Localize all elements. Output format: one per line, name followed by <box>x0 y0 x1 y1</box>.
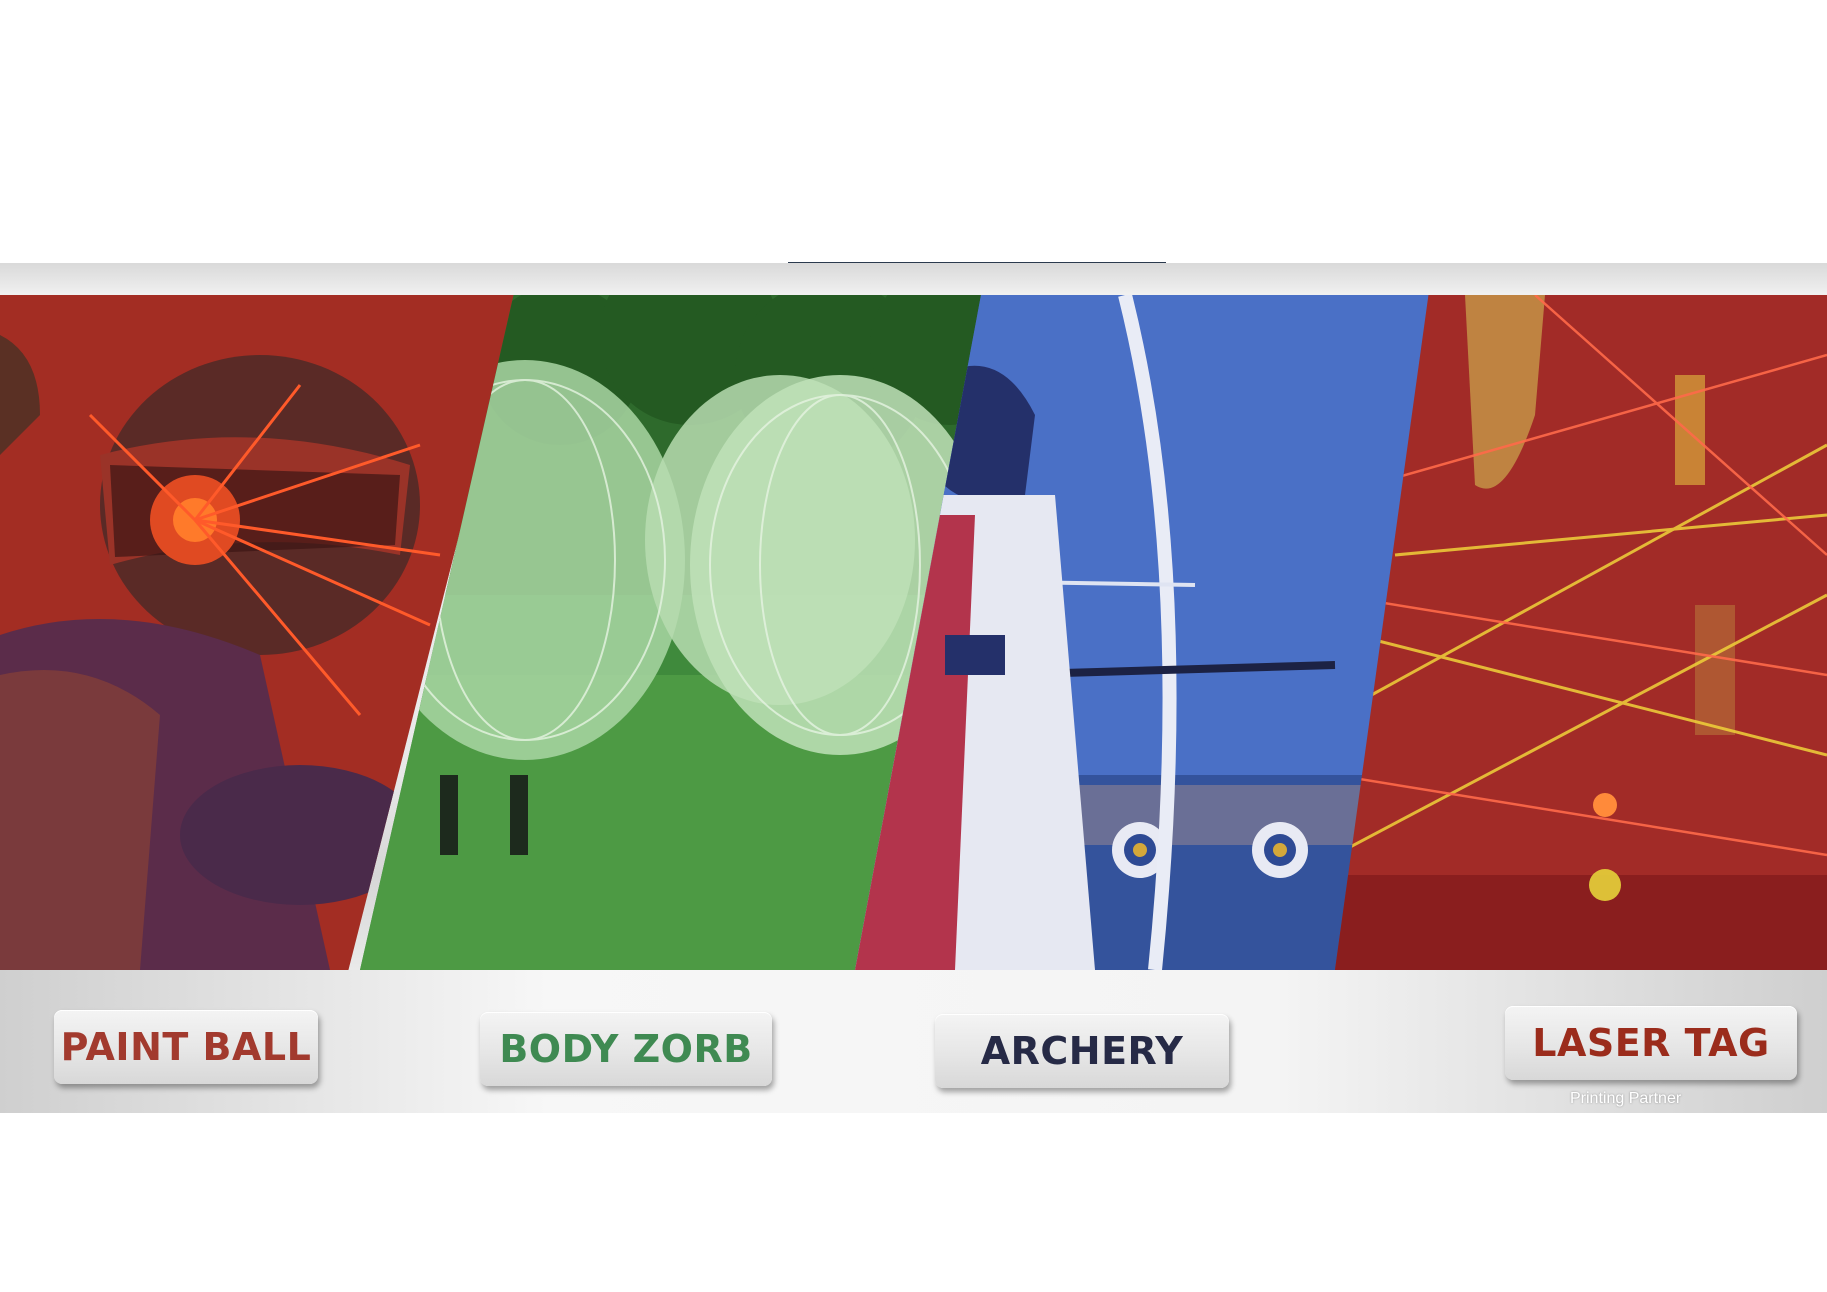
paintball-label[interactable]: PAINT BALL <box>54 1010 318 1084</box>
printing-partner-note: Printing Partner <box>1570 1090 1682 1107</box>
body-zorb-label-text: BODY ZORB <box>499 1027 753 1071</box>
laser-tag-label-text: LASER TAG <box>1532 1021 1770 1065</box>
paintball-label-text: PAINT BALL <box>60 1025 312 1069</box>
archery-label[interactable]: ARCHERY <box>935 1014 1229 1088</box>
laser-tag-label[interactable]: LASER TAG <box>1505 1006 1797 1080</box>
body-zorb-label[interactable]: BODY ZORB <box>480 1012 772 1086</box>
archery-label-text: ARCHERY <box>980 1029 1184 1073</box>
